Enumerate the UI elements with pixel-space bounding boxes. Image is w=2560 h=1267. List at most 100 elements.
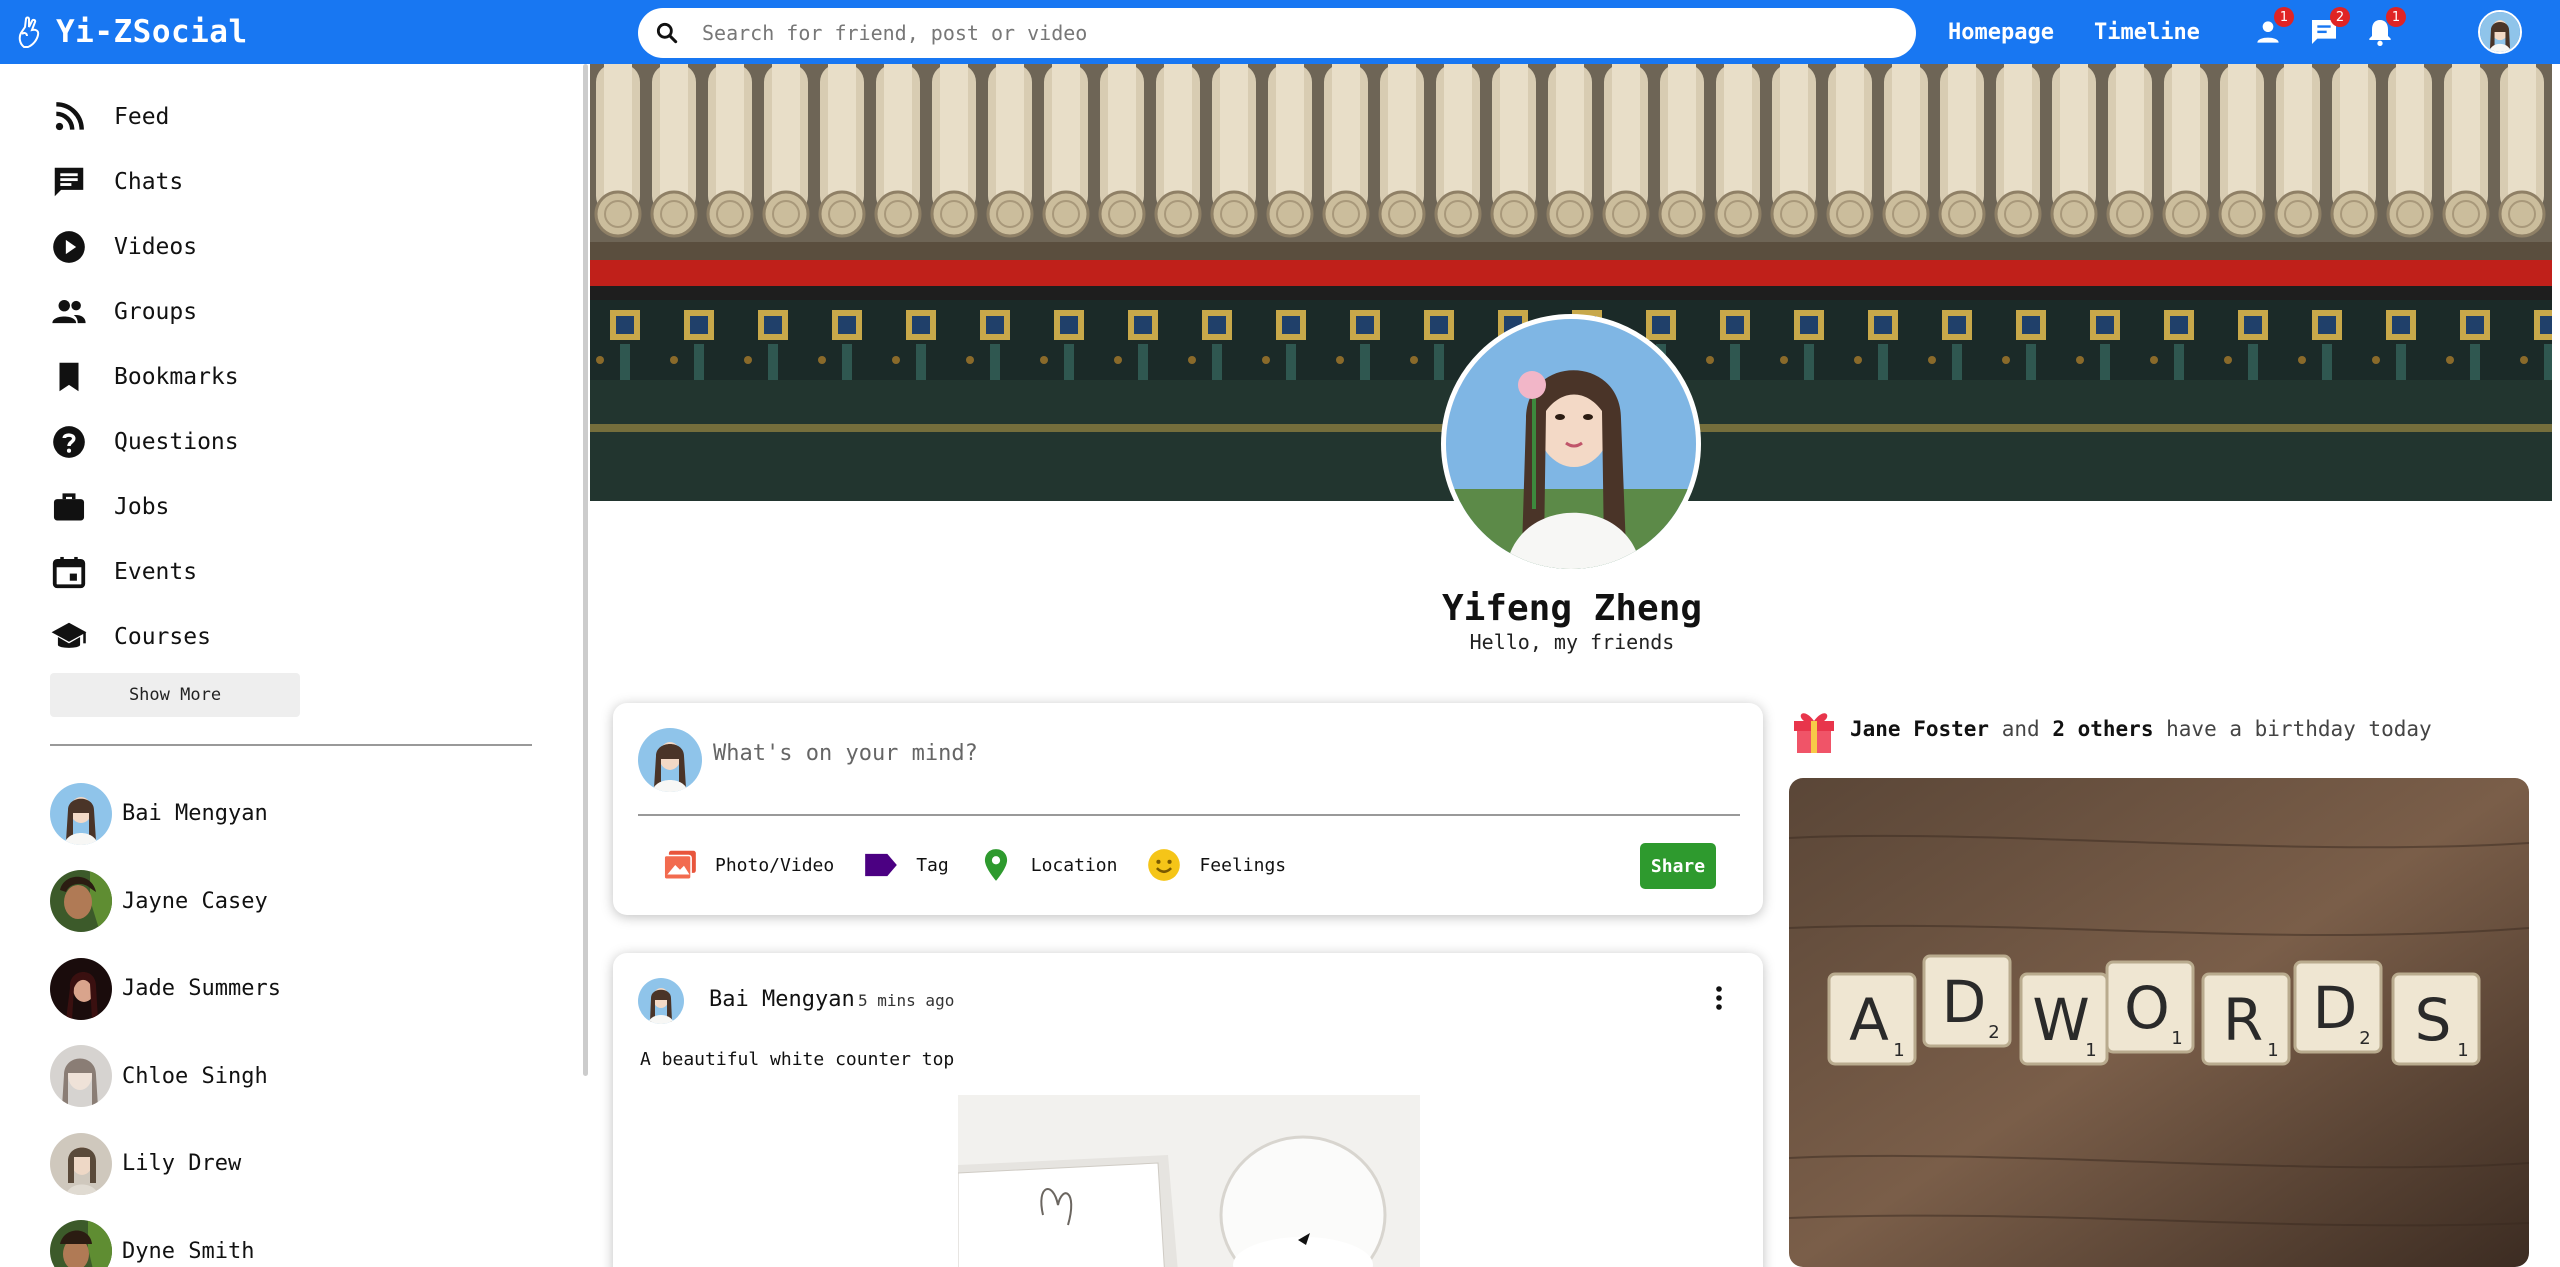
post-image[interactable] bbox=[958, 1095, 1420, 1267]
ad-tile-score: 1 bbox=[2171, 1028, 2182, 1049]
friends-list: Bai Mengyan Jayne Casey Jade Summers Chl… bbox=[50, 770, 281, 1267]
rss-feed-icon bbox=[55, 101, 84, 130]
profile-name: Yifeng Zheng bbox=[1441, 588, 1703, 629]
ad-tile: D2 bbox=[1922, 954, 2012, 1048]
share-button[interactable]: Share bbox=[1640, 843, 1716, 889]
ad-tile-score: 1 bbox=[1893, 1040, 1904, 1061]
app-logo[interactable]: Yi-ZSocial bbox=[16, 8, 248, 56]
sidebar-item-feed[interactable]: Feed bbox=[50, 84, 239, 149]
ad-tile: W1 bbox=[2019, 972, 2109, 1066]
sidebar-item-questions[interactable]: Questions bbox=[50, 409, 239, 474]
ad-tile-score: 1 bbox=[2085, 1040, 2096, 1061]
sidebar-item-chats[interactable]: Chats bbox=[50, 149, 239, 214]
app-title: Yi-ZSocial bbox=[56, 14, 248, 50]
share-option-photo-video[interactable]: Photo/Video bbox=[661, 846, 834, 884]
ad-tile: R1 bbox=[2201, 972, 2291, 1066]
ad-tile-letter: S bbox=[2415, 986, 2452, 1054]
sidebar-item-label: Feed bbox=[114, 103, 170, 130]
nav-link-timeline[interactable]: Timeline bbox=[2094, 20, 2200, 45]
avatar bbox=[50, 1220, 112, 1267]
search-bar[interactable] bbox=[638, 8, 1916, 58]
friend-name: Jade Summers bbox=[122, 976, 281, 1002]
ad-tile-score: 2 bbox=[1988, 1022, 1999, 1043]
ad-tile-letter: O bbox=[2124, 974, 2170, 1042]
nav-links: Homepage Timeline bbox=[1948, 0, 2200, 64]
messages-badge: 2 bbox=[2330, 7, 2350, 27]
notifications-badge: 1 bbox=[2386, 7, 2406, 27]
post-card: Bai Mengyan 5 mins ago A beautiful white… bbox=[613, 953, 1763, 1267]
sidebar-item-label: Chats bbox=[114, 168, 184, 195]
avatar bbox=[50, 957, 112, 1020]
ad-tile: S1 bbox=[2391, 972, 2481, 1066]
sidebar-menu: Feed Chats Videos Groups Bookmarks Quest… bbox=[50, 84, 239, 669]
avatar[interactable] bbox=[638, 978, 684, 1024]
user-avatar[interactable] bbox=[2478, 10, 2522, 54]
sidebar-item-events[interactable]: Events bbox=[50, 539, 239, 604]
ad-tile: O1 bbox=[2105, 960, 2195, 1054]
search-icon bbox=[656, 22, 678, 44]
share-option-tag[interactable]: Tag bbox=[862, 846, 949, 884]
messages-button[interactable]: 2 bbox=[2308, 7, 2350, 48]
help-circle-icon bbox=[53, 425, 85, 458]
share-option-location[interactable]: Location bbox=[977, 846, 1118, 884]
ad-tile-score: 2 bbox=[2359, 1028, 2370, 1049]
more-vertical-icon[interactable] bbox=[1714, 985, 1724, 1011]
sidebar-item-label: Videos bbox=[114, 233, 198, 260]
notifications-button[interactable]: 1 bbox=[2364, 7, 2406, 48]
sidebar-scrollbar[interactable] bbox=[583, 64, 588, 1076]
friend-requests-badge: 1 bbox=[2274, 7, 2294, 27]
search-input[interactable] bbox=[702, 21, 1802, 45]
friend-item[interactable]: Dyne Smith bbox=[50, 1208, 281, 1267]
group-icon bbox=[52, 299, 86, 323]
friend-name: Chloe Singh bbox=[122, 1063, 268, 1089]
share-option-feelings[interactable]: Feelings bbox=[1145, 846, 1286, 884]
ad-tile-letter: D bbox=[1942, 968, 1987, 1036]
sidebar-item-courses[interactable]: Courses bbox=[50, 604, 239, 669]
advertisement-image[interactable]: A1D2W1O1R1D2S1 bbox=[1789, 778, 2529, 1267]
friend-item[interactable]: Chloe Singh bbox=[50, 1033, 281, 1121]
ad-tile-letter: W bbox=[2032, 986, 2089, 1054]
chat-icon bbox=[54, 167, 84, 196]
friend-name: Lily Drew bbox=[122, 1151, 242, 1177]
friend-name: Dyne Smith bbox=[122, 1238, 255, 1264]
avatar bbox=[50, 870, 112, 933]
birthday-notice[interactable]: Jane Foster and 2 others have a birthday… bbox=[1790, 702, 2432, 756]
birthday-others: 2 others bbox=[2052, 717, 2154, 741]
friend-item[interactable]: Lily Drew bbox=[50, 1120, 281, 1208]
gift-icon bbox=[1794, 713, 1834, 753]
sidebar-item-bookmarks[interactable]: Bookmarks bbox=[50, 344, 239, 409]
share-option-label: Photo/Video bbox=[715, 854, 835, 876]
share-option-label: Feelings bbox=[1199, 854, 1287, 876]
nav-icons: 1 2 1 bbox=[2252, 0, 2406, 64]
show-more-button[interactable]: Show More bbox=[50, 673, 300, 717]
sidebar-item-videos[interactable]: Videos bbox=[50, 214, 239, 279]
ad-tile-score: 1 bbox=[2457, 1040, 2468, 1061]
sidebar-item-label: Bookmarks bbox=[114, 363, 239, 390]
top-navbar: Yi-ZSocial Homepage Timeline 1 2 1 bbox=[0, 0, 2560, 64]
share-input[interactable] bbox=[713, 741, 1613, 766]
friend-item[interactable]: Jayne Casey bbox=[50, 858, 281, 946]
friend-item[interactable]: Bai Mengyan bbox=[50, 770, 281, 858]
hand-gesture-icon bbox=[18, 16, 40, 48]
profile-avatar[interactable] bbox=[1441, 314, 1701, 574]
left-sidebar: Feed Chats Videos Groups Bookmarks Quest… bbox=[0, 64, 588, 1267]
friend-name: Jayne Casey bbox=[122, 888, 268, 914]
ad-tile: D2 bbox=[2293, 960, 2383, 1054]
nav-link-homepage[interactable]: Homepage bbox=[1948, 20, 2054, 45]
sidebar-item-groups[interactable]: Groups bbox=[50, 279, 239, 344]
birthday-person: Jane Foster bbox=[1850, 717, 1990, 741]
post-text: A beautiful white counter top bbox=[640, 1049, 955, 1070]
play-circle-icon bbox=[53, 230, 85, 263]
friend-requests-button[interactable]: 1 bbox=[2252, 7, 2294, 48]
birthday-suffix: have a birthday today bbox=[2166, 717, 2432, 741]
share-option-label: Location bbox=[1030, 854, 1118, 876]
birthday-connector: and bbox=[2001, 717, 2040, 741]
photo-icon bbox=[663, 850, 696, 881]
post-author[interactable]: Bai Mengyan bbox=[709, 987, 855, 1012]
friend-item[interactable]: Jade Summers bbox=[50, 945, 281, 1033]
emoji-icon bbox=[1148, 849, 1181, 881]
avatar bbox=[638, 728, 702, 792]
work-icon bbox=[53, 492, 85, 520]
sidebar-item-jobs[interactable]: Jobs bbox=[50, 474, 239, 539]
profile-bio: Hello, my friends bbox=[1469, 630, 1675, 654]
